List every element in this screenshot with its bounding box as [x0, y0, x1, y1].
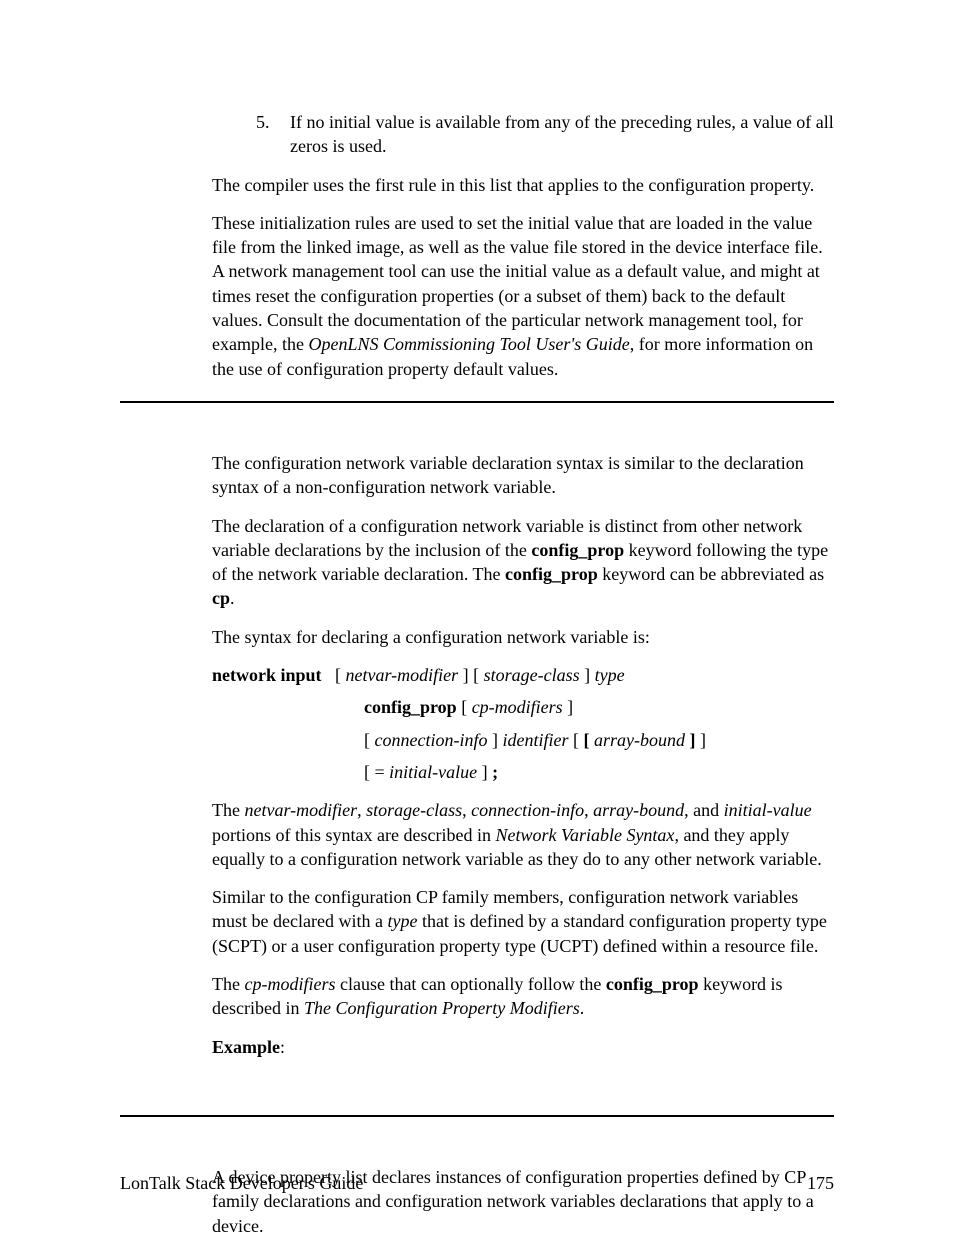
keyword-config-prop: config_prop [531, 540, 624, 560]
bracket: [ [364, 762, 370, 782]
em: array-bound [593, 800, 684, 820]
paragraph-syntax-intro: The syntax for declaring a configuration… [212, 625, 834, 649]
syn-cp-modifiers: cp-modifiers [472, 697, 563, 717]
syntax-line-3: [ connection-info ] identifier [ [ array… [364, 728, 834, 752]
em: initial-value [724, 800, 812, 820]
syn-type: type [595, 665, 625, 685]
eq: = [375, 762, 385, 782]
text [326, 665, 331, 685]
section-cnv: The configuration network variable decla… [212, 451, 834, 1059]
kw-config-prop: config_prop [364, 697, 457, 717]
reference-guide: OpenLNS Commissioning Tool User's Guide [308, 334, 629, 354]
text: , [584, 800, 593, 820]
syntax-line-4: [ = initial-value ] ; [364, 760, 834, 784]
semi: ; [492, 762, 498, 782]
em: cp-modifiers [244, 974, 335, 994]
bracket: ] [482, 762, 488, 782]
syn-storage-class: storage-class [484, 665, 580, 685]
section-divider [120, 401, 834, 403]
page-body: 5. If no initial value is available from… [0, 0, 954, 1238]
bold-bracket: [ [583, 730, 589, 750]
syntax-line-1: network input [ netvar-modifier ] [ stor… [212, 663, 834, 687]
ref: Network Variable Syntax [495, 825, 674, 845]
paragraph-initialization: These initialization rules are used to s… [212, 211, 834, 381]
list-number: 5. [256, 110, 290, 159]
paragraph-cpmodifiers: The cp-modifiers clause that can optiona… [212, 972, 834, 1021]
em: storage-class [366, 800, 462, 820]
text: The [212, 974, 244, 994]
text: clause that can optionally follow the [335, 974, 605, 994]
list-text: If no initial value is available from an… [290, 110, 834, 159]
em-type: type [387, 911, 417, 931]
bracket: ] [700, 730, 706, 750]
text: . [230, 588, 235, 608]
bracket: [ [573, 730, 579, 750]
section-divider-2 [120, 1115, 834, 1117]
bold-bracket: ] [689, 730, 695, 750]
example-word: Example [212, 1037, 280, 1057]
em: netvar-modifier [244, 800, 357, 820]
page-footer: LonTalk Stack Developer's Guide 175 [0, 1171, 954, 1195]
text: , [357, 800, 366, 820]
bracket: ] [584, 665, 590, 685]
bracket: ] [463, 665, 469, 685]
kw-network-input: network input [212, 665, 322, 685]
paragraph-compiler: The compiler uses the first rule in this… [212, 173, 834, 197]
keyword-cp: cp [212, 588, 230, 608]
syn-identifier: identifier [502, 730, 568, 750]
bracket: ] [567, 697, 573, 717]
colon: : [280, 1037, 285, 1057]
keyword-config-prop: config_prop [505, 564, 598, 584]
text: , and [684, 800, 724, 820]
footer-title: LonTalk Stack Developer's Guide [120, 1171, 363, 1195]
paragraph-cnv-keyword: The declaration of a configuration netwo… [212, 514, 834, 611]
bracket: ] [492, 730, 498, 750]
paragraph-cnv-intro: The configuration network variable decla… [212, 451, 834, 500]
em: connection-info [471, 800, 584, 820]
paragraph-syntax-desc: The netvar-modifier, storage-class, conn… [212, 798, 834, 871]
syntax-line-2: config_prop [ cp-modifiers ] [364, 695, 834, 719]
syn-connection-info: connection-info [375, 730, 488, 750]
kw: config_prop [606, 974, 699, 994]
syn-array-bound: array-bound [594, 730, 685, 750]
page-number: 175 [807, 1171, 834, 1195]
bracket: [ [461, 697, 467, 717]
bracket: [ [335, 665, 341, 685]
list-item-5: 5. If no initial value is available from… [212, 110, 834, 159]
text: portions of this syntax are described in [212, 825, 495, 845]
paragraph-similar: Similar to the configuration CP family m… [212, 885, 834, 958]
main-content: 5. If no initial value is available from… [212, 110, 834, 381]
syn-initial-value: initial-value [389, 762, 477, 782]
text: , [462, 800, 471, 820]
bracket: [ [473, 665, 479, 685]
text: keyword can be abbreviated as [598, 564, 824, 584]
bracket: [ [364, 730, 370, 750]
text: . [580, 998, 585, 1018]
text: The [212, 800, 244, 820]
syn-netvar-modifier: netvar-modifier [346, 665, 459, 685]
example-label: Example: [212, 1035, 834, 1059]
ref: The Configuration Property Modifiers [304, 998, 580, 1018]
